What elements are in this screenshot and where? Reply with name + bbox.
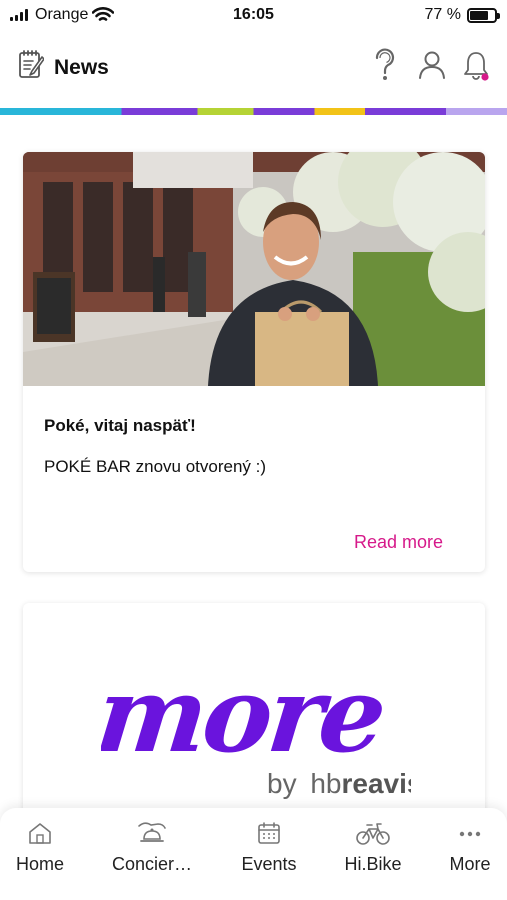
battery-group: 77 %: [424, 6, 500, 24]
tab-more-label: More: [449, 854, 491, 874]
concierge-icon: [138, 822, 166, 842]
svg-text:by hbreavis: by hbreavis: [267, 768, 411, 799]
tab-more[interactable]: More: [420, 820, 507, 875]
news-photo: [23, 152, 485, 386]
news-title: Poké, vitaj naspäť!: [44, 416, 196, 435]
news-excerpt: POKÉ BAR znovu otvorený :): [44, 457, 267, 476]
tab-events-label: Events: [241, 854, 297, 874]
more-logo-word: more: [101, 653, 388, 776]
help-icon[interactable]: [371, 48, 399, 82]
bell-icon[interactable]: [462, 50, 490, 82]
tab-events[interactable]: Events: [219, 820, 319, 875]
user-icon[interactable]: [418, 50, 446, 80]
bottom-tab-bar: Home Concier… Events Hi.Bike More: [0, 808, 507, 900]
tab-home[interactable]: Home: [0, 820, 90, 875]
notification-dot: [481, 73, 489, 81]
tab-concierge[interactable]: Concier…: [102, 820, 202, 875]
more-by-hbreavis-logo: more by hbreavis: [101, 653, 411, 799]
battery-icon: [467, 7, 500, 23]
read-more-link[interactable]: Read more: [354, 532, 443, 553]
brand-reavis: reavis: [342, 768, 411, 799]
tab-hi-bike-label: Hi.Bike: [344, 854, 402, 874]
calendar-icon: [258, 822, 280, 844]
status-bar: Orange 16:05 77 %: [0, 0, 507, 32]
more-dots-icon: [459, 831, 481, 837]
page-title: News: [54, 56, 109, 79]
home-icon: [29, 823, 51, 844]
bike-icon: [356, 823, 390, 845]
brand-hb: hb: [310, 768, 341, 799]
battery-percent: 77 %: [424, 6, 461, 23]
tab-home-label: Home: [15, 854, 64, 874]
tab-hi-bike[interactable]: Hi.Bike: [323, 820, 423, 875]
app-header: News: [0, 40, 507, 96]
news-card[interactable]: Poké, vitaj naspäť! POKÉ BAR znovu otvor…: [23, 152, 485, 572]
by-text: by: [267, 768, 297, 799]
tab-concierge-label: Concier…: [111, 854, 193, 874]
brand-color-strip: [0, 108, 507, 115]
news-icon: [19, 50, 44, 78]
